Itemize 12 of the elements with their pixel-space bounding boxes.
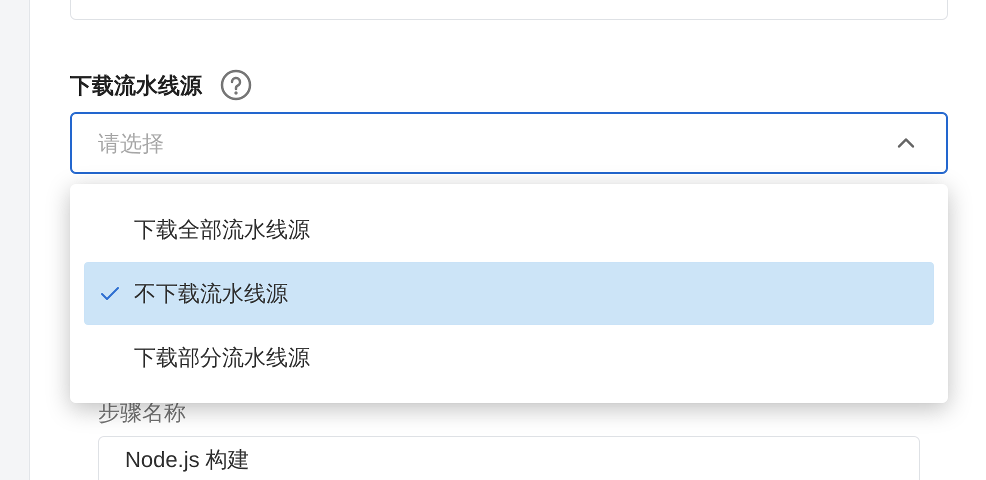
field-label: 下载流水线源 <box>70 72 202 100</box>
input-value: Node.js 构建 <box>125 447 250 472</box>
option-label: 下载部分流水线源 <box>134 344 310 372</box>
field-label: 步骤名称 <box>98 399 187 427</box>
option-label: 不下载流水线源 <box>134 280 288 308</box>
help-icon[interactable] <box>220 69 252 101</box>
input-field[interactable]: Node.js 构建 <box>98 436 920 480</box>
dropdown-option[interactable]: 下载部分流水线源 <box>84 326 934 389</box>
option-label: 下载全部流水线源 <box>134 216 310 244</box>
dropdown-option[interactable]: 不下载流水线源 <box>84 262 934 325</box>
dropdown-option[interactable]: 下载全部流水线源 <box>84 198 934 261</box>
placeholder: 请选择 <box>98 130 164 158</box>
